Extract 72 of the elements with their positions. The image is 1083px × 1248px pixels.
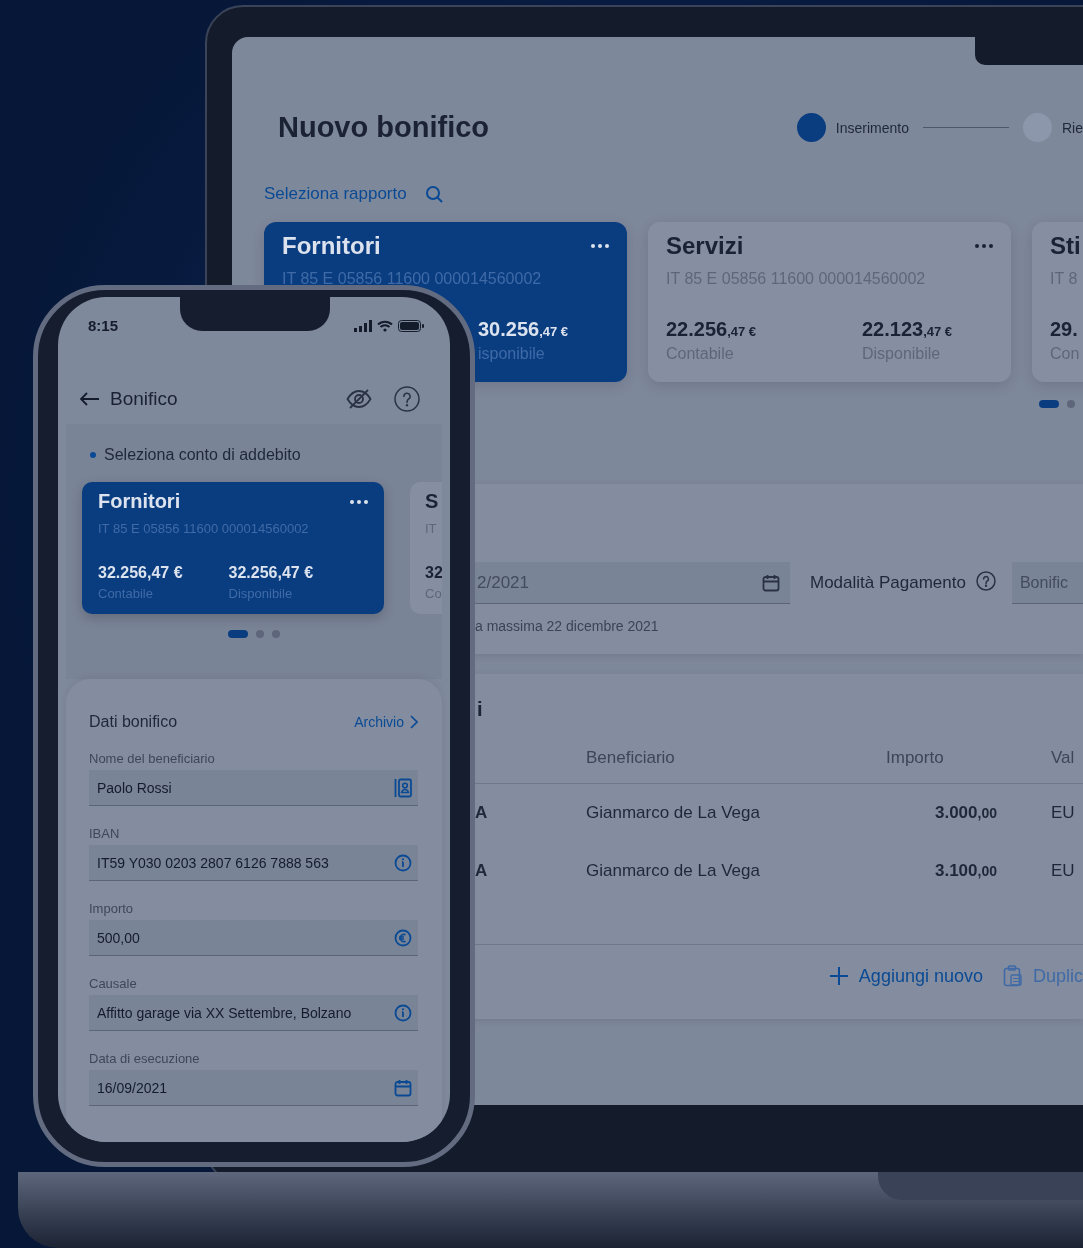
input-field[interactable]: Paolo Rossi <box>89 770 418 806</box>
section-title: i <box>476 698 484 721</box>
archive-link[interactable]: Archivio <box>354 714 418 730</box>
select-account-link[interactable]: Seleziona rapporto <box>264 184 407 204</box>
table-cell-text: Gianmarco de La Vega <box>586 803 761 823</box>
balance-amount: 29. <box>1050 318 1079 341</box>
step-label: Inserimento <box>835 119 909 136</box>
plus-icon <box>828 966 849 986</box>
signal-icon <box>354 319 372 332</box>
account-name: Sti <box>1050 232 1081 260</box>
account-name: Servizi <box>666 232 744 260</box>
clipboard-icon <box>1002 965 1023 987</box>
wifi-icon <box>377 319 393 332</box>
info-icon[interactable] <box>394 1003 412 1022</box>
section-label: Seleziona conto di addebito <box>104 446 301 464</box>
calendar-icon[interactable] <box>394 1078 412 1097</box>
carousel-dot[interactable] <box>256 630 264 638</box>
input-field[interactable]: 16/09/2021 <box>89 1070 418 1106</box>
step-label: Rie <box>1062 119 1083 136</box>
more-icon[interactable] <box>591 244 609 248</box>
status-time: 8:15 <box>88 317 119 334</box>
balance-amount: 22.256,47 € <box>666 318 758 341</box>
date-hint: a massima 22 dicembre 2021 <box>475 618 660 634</box>
field-label: Nome del beneficiario <box>89 751 216 766</box>
carousel-dot[interactable] <box>272 630 280 638</box>
field-label: Importo <box>89 901 135 916</box>
balance-amount: 32.256,47 € <box>98 564 183 582</box>
add-button[interactable]: Aggiungi nuovo <box>828 965 983 987</box>
info-icon[interactable] <box>394 853 412 872</box>
input-field[interactable]: IT59 Y030 0203 2807 6126 7888 563 <box>89 845 418 881</box>
help-icon[interactable] <box>394 386 420 412</box>
field-label: IBAN <box>89 826 121 841</box>
eye-slash-icon[interactable] <box>346 388 372 410</box>
column-header: Val <box>1050 748 1076 768</box>
search-icon[interactable] <box>424 185 443 203</box>
payment-mode-field[interactable]: Bonific <box>1011 562 1083 604</box>
column-header: Importo <box>886 748 945 768</box>
input-field[interactable]: Affitto garage via XX Settembre, Bolzano <box>89 995 418 1031</box>
euro-icon[interactable] <box>394 928 412 947</box>
account-name: S <box>425 490 439 513</box>
more-icon[interactable] <box>350 499 368 504</box>
field-label: Data di esecuzione <box>89 1051 201 1066</box>
carousel-dot[interactable] <box>1067 400 1075 408</box>
table-cell-text: A <box>475 861 489 881</box>
table-cell-text: Gianmarco de La Vega <box>586 861 761 881</box>
account-name: Fornitori <box>282 232 381 260</box>
form-title: Dati bonifico <box>89 713 178 731</box>
balance-amount: 22.123,47 € <box>862 318 954 341</box>
table-cell-text: EU <box>1050 803 1076 823</box>
input-field[interactable]: 500,00 <box>89 920 418 956</box>
account-name: Fornitori <box>98 490 181 513</box>
back-arrow-icon[interactable] <box>80 392 100 406</box>
date-field[interactable]: 2/2021 <box>475 562 790 604</box>
balance-amount: 30.256,47 € <box>478 318 570 341</box>
table-cell-text: A <box>475 803 489 823</box>
table-cell-text: EU <box>1050 861 1076 881</box>
battery-icon <box>398 319 424 332</box>
balance-amount: 32 <box>425 564 442 582</box>
balance-amount: 32.256,47 € <box>228 564 314 582</box>
bullet-icon <box>90 452 96 458</box>
field-label: Causale <box>89 976 138 991</box>
chevron-right-icon <box>410 715 418 729</box>
payment-mode-label: Modalità Pagamento <box>810 573 966 593</box>
table-cell-text: 3.000,00 <box>934 803 997 823</box>
page-title: Nuovo bonifico <box>278 111 490 144</box>
calendar-icon[interactable] <box>762 573 780 592</box>
screen-title: Bonifico <box>110 388 178 410</box>
table-cell-text: 3.100,00 <box>934 861 997 881</box>
column-header: Beneficiario <box>586 748 676 768</box>
more-icon[interactable] <box>975 244 993 248</box>
contact-book-icon[interactable] <box>394 777 412 798</box>
help-icon[interactable] <box>975 571 996 591</box>
